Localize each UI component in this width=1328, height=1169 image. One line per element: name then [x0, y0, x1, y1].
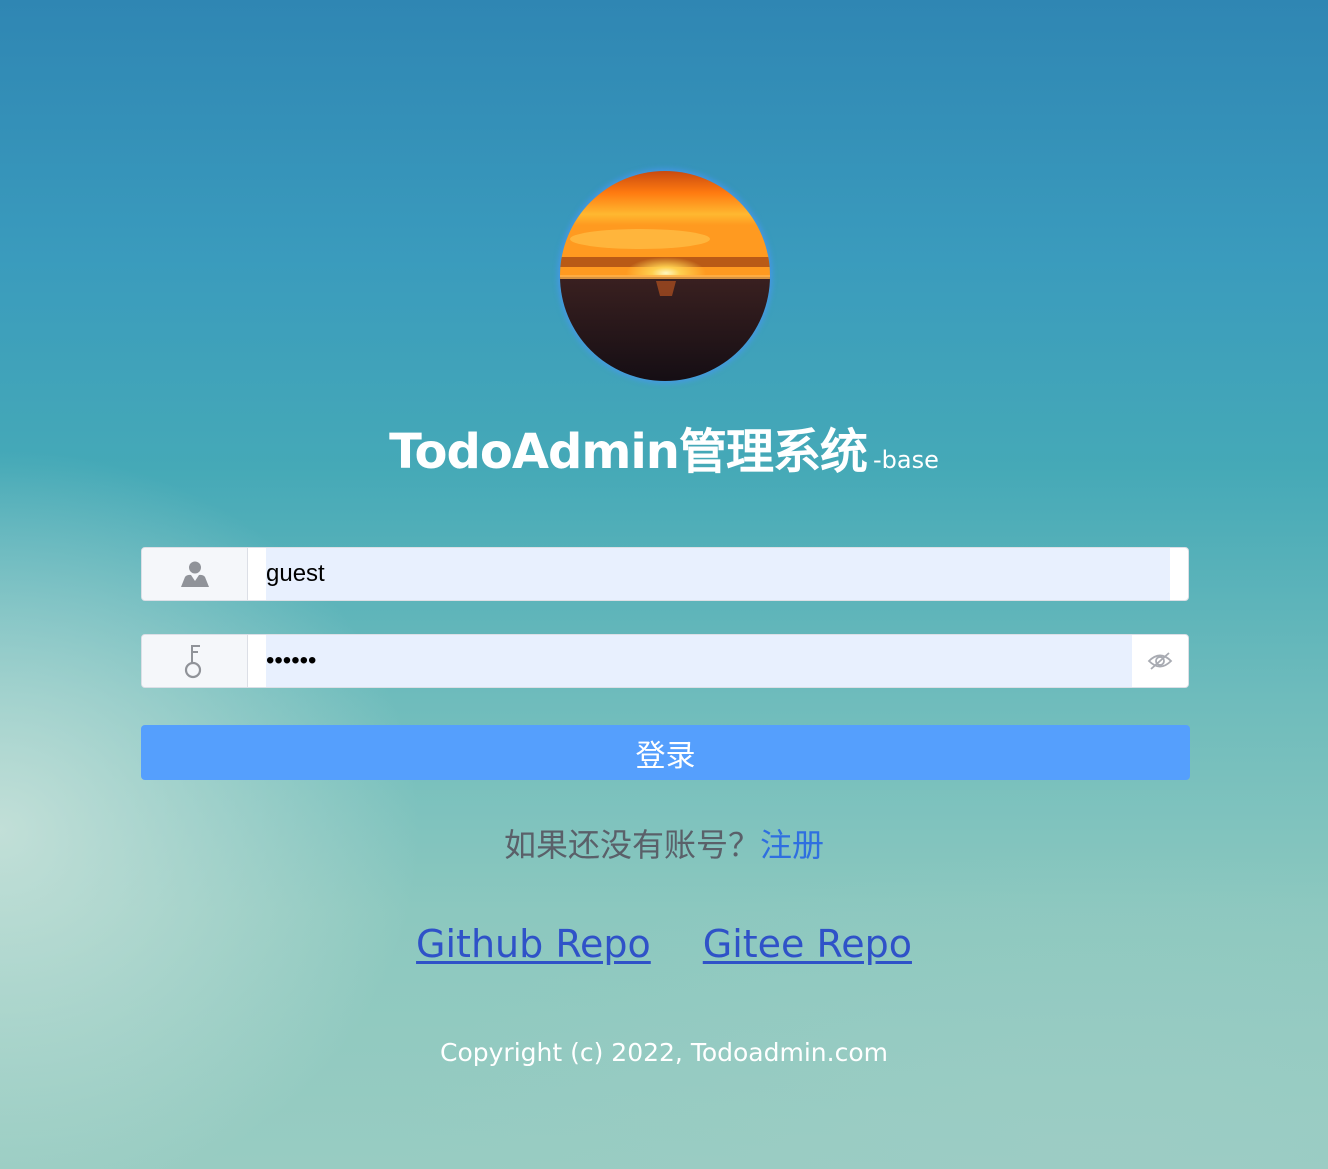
register-row: 如果还没有账号？注册: [0, 820, 1328, 866]
password-input[interactable]: ••••••: [248, 635, 1132, 687]
login-page: { "logo": { "icon": "sunset-logo-icon" }…: [0, 0, 1328, 1169]
sunset-logo-icon: [560, 171, 770, 381]
app-title-suffix: -base: [872, 446, 939, 474]
repo-links: Github Repo Gitee Repo: [0, 922, 1328, 966]
register-prompt: 如果还没有账号？: [503, 826, 760, 864]
user-icon: [142, 548, 248, 600]
username-input[interactable]: guest: [248, 548, 1170, 600]
github-repo-link[interactable]: Github Repo: [416, 922, 651, 966]
gitee-repo-link[interactable]: Gitee Repo: [703, 922, 912, 966]
app-title-main: TodoAdmin管理系统: [389, 424, 868, 480]
app-title: TodoAdmin管理系统 -base: [0, 412, 1328, 482]
login-button[interactable]: 登录: [141, 725, 1190, 780]
register-link[interactable]: 注册: [760, 826, 824, 864]
key-icon: [142, 635, 248, 687]
copyright-text: Copyright (c) 2022, Todoadmin.com: [440, 1038, 888, 1067]
eye-off-icon[interactable]: [1132, 635, 1188, 687]
password-field: ••••••: [141, 634, 1189, 688]
username-field: guest: [141, 547, 1189, 601]
